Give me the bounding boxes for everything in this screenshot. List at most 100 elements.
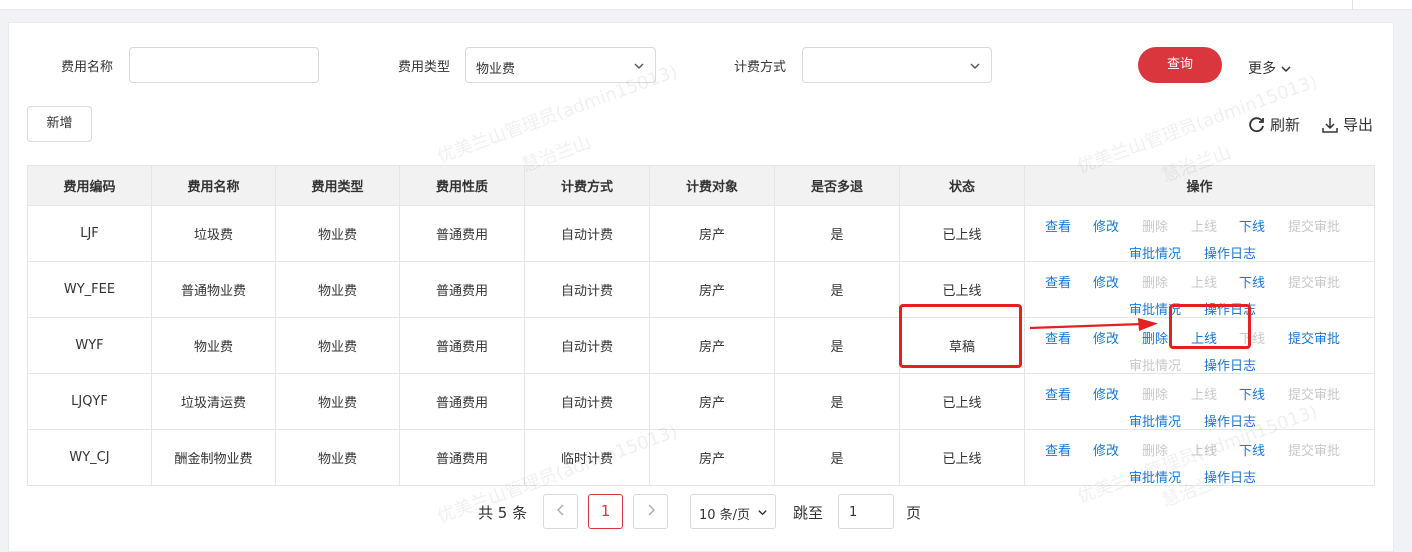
top-bar-divider bbox=[1352, 0, 1353, 10]
action-edit-link[interactable]: 修改 bbox=[1093, 216, 1119, 235]
action-submit-link[interactable]: 提交审批 bbox=[1288, 328, 1340, 347]
table-row: LJF 垃圾费 物业费 普通费用 自动计费 房产是已上线 查看 修改 删除 上线 下线 提交审批 审批情… bbox=[27, 205, 1375, 262]
cell-type: 物业费 bbox=[275, 373, 400, 430]
table-row: LJQYF 垃圾清运费 物业费 普通费用 自动计费 房产是已上线 查看 修改 删除 上线 下线 提交审… bbox=[27, 373, 1375, 430]
top-bar bbox=[0, 0, 1412, 10]
action-online-link: 上线 bbox=[1191, 220, 1218, 235]
action-online-link: 上线 bbox=[1191, 276, 1218, 291]
cell-code: LJF bbox=[27, 205, 152, 262]
col-header-billing: 计费方式 bbox=[524, 165, 650, 206]
action-submit-link: 提交审批 bbox=[1288, 388, 1341, 403]
action-approval-link: 审批情况 bbox=[1129, 359, 1182, 374]
cell-actions: 查看 修改 删除 上线 下线 提交审批 审批情况 操作日志 bbox=[1024, 429, 1375, 486]
col-header-code: 费用编码 bbox=[27, 165, 152, 206]
action-delete-link: 删除 bbox=[1142, 220, 1169, 235]
action-view-link[interactable]: 查看 bbox=[1045, 272, 1071, 291]
export-button[interactable]: 导出 bbox=[1321, 114, 1373, 135]
cell-code: WY_CJ bbox=[27, 429, 152, 486]
action-view-link[interactable]: 查看 bbox=[1045, 440, 1071, 459]
action-approval-link[interactable]: 审批情况 bbox=[1129, 467, 1181, 486]
col-header-name: 费用名称 bbox=[151, 165, 276, 206]
billing-method-select[interactable] bbox=[802, 47, 992, 83]
cell-nature: 普通费用 bbox=[399, 261, 525, 318]
fee-name-label: 费用名称 bbox=[61, 60, 114, 75]
cell-code: WYF bbox=[27, 317, 152, 374]
add-button[interactable]: 新增 bbox=[27, 106, 92, 142]
action-edit-link[interactable]: 修改 bbox=[1093, 440, 1119, 459]
cell-target: 房产 bbox=[649, 373, 775, 430]
action-offline-link[interactable]: 下线 bbox=[1239, 384, 1265, 403]
action-online-link: 上线 bbox=[1191, 388, 1218, 403]
col-header-nature: 费用性质 bbox=[399, 165, 525, 206]
more-toggle[interactable]: 更多 bbox=[1248, 58, 1292, 78]
cell-refund: 是 bbox=[774, 205, 900, 262]
cell-refund: 是 bbox=[774, 429, 900, 486]
action-offline-link[interactable]: 下线 bbox=[1239, 216, 1265, 235]
cell-type: 物业费 bbox=[275, 205, 400, 262]
cell-name: 垃圾费 bbox=[151, 205, 276, 262]
refresh-button[interactable]: 刷新 bbox=[1248, 114, 1300, 135]
page-button-current[interactable]: 1 bbox=[588, 494, 623, 529]
col-header-status: 状态 bbox=[899, 165, 1025, 206]
fee-type-select[interactable]: 物业费 bbox=[465, 47, 656, 83]
action-submit-link: 提交审批 bbox=[1288, 444, 1341, 459]
cell-name: 普通物业费 bbox=[151, 261, 276, 318]
cell-actions: 查看 修改 删除 上线 下线 提交审批 审批情况 操作日志 bbox=[1024, 373, 1375, 430]
cell-status: 已上线 bbox=[899, 373, 1025, 430]
cell-name: 垃圾清运费 bbox=[151, 373, 276, 430]
cell-target: 房产 bbox=[649, 429, 775, 486]
cell-billing: 自动计费 bbox=[524, 317, 650, 374]
page-suffix-label: 页 bbox=[906, 504, 922, 522]
col-header-type: 费用类型 bbox=[275, 165, 400, 206]
online-highlight-box bbox=[1169, 304, 1251, 349]
next-page-button[interactable] bbox=[633, 494, 668, 529]
col-header-refund: 是否多退 bbox=[774, 165, 900, 206]
refresh-label: 刷新 bbox=[1270, 116, 1301, 134]
chevron-down-icon bbox=[634, 63, 644, 69]
more-label: 更多 bbox=[1248, 61, 1276, 77]
total-count: 共 5 条 bbox=[478, 504, 528, 522]
cell-nature: 普通费用 bbox=[399, 317, 525, 374]
action-view-link[interactable]: 查看 bbox=[1045, 216, 1071, 235]
cell-refund: 是 bbox=[774, 261, 900, 318]
action-submit-link: 提交审批 bbox=[1288, 276, 1341, 291]
cell-type: 物业费 bbox=[275, 429, 400, 486]
col-header-actions: 操作 bbox=[1024, 165, 1375, 206]
chevron-right-icon bbox=[648, 504, 655, 516]
action-log-link[interactable]: 操作日志 bbox=[1204, 243, 1256, 262]
cell-code: WY_FEE bbox=[27, 261, 152, 318]
cell-nature: 普通费用 bbox=[399, 373, 525, 430]
annotation-arrow-icon bbox=[1030, 318, 1158, 331]
action-edit-link[interactable]: 修改 bbox=[1093, 384, 1119, 403]
cell-name: 物业费 bbox=[151, 317, 276, 374]
action-log-link[interactable]: 操作日志 bbox=[1204, 355, 1256, 374]
action-view-link[interactable]: 查看 bbox=[1045, 384, 1071, 403]
cell-status: 已上线 bbox=[899, 429, 1025, 486]
cell-refund: 是 bbox=[774, 373, 900, 430]
action-offline-link[interactable]: 下线 bbox=[1239, 272, 1265, 291]
cell-target: 房产 bbox=[649, 261, 775, 318]
fee-name-input[interactable] bbox=[129, 47, 319, 83]
page-size-select[interactable]: 10 条/页 bbox=[690, 494, 776, 529]
jump-label: 跳至 bbox=[793, 504, 824, 522]
download-icon bbox=[1322, 117, 1338, 133]
action-offline-link[interactable]: 下线 bbox=[1239, 440, 1265, 459]
chevron-down-icon bbox=[1281, 66, 1291, 73]
action-approval-link[interactable]: 审批情况 bbox=[1129, 411, 1181, 430]
query-button[interactable]: 查询 bbox=[1138, 47, 1222, 83]
action-approval-link[interactable]: 审批情况 bbox=[1129, 243, 1181, 262]
cell-target: 房产 bbox=[649, 205, 775, 262]
chevron-down-icon bbox=[970, 63, 980, 69]
jump-page-input[interactable]: 1 bbox=[838, 494, 894, 529]
status-highlight-box bbox=[899, 304, 1022, 368]
prev-page-button[interactable] bbox=[543, 494, 578, 529]
action-edit-link[interactable]: 修改 bbox=[1093, 272, 1119, 291]
cell-status: 已上线 bbox=[899, 205, 1025, 262]
action-delete-link: 删除 bbox=[1142, 444, 1169, 459]
action-log-link[interactable]: 操作日志 bbox=[1204, 467, 1256, 486]
chevron-left-icon bbox=[556, 504, 563, 516]
cell-refund: 是 bbox=[774, 317, 900, 374]
fee-type-value: 物业费 bbox=[476, 62, 516, 77]
action-log-link[interactable]: 操作日志 bbox=[1204, 411, 1256, 430]
cell-billing: 自动计费 bbox=[524, 205, 650, 262]
